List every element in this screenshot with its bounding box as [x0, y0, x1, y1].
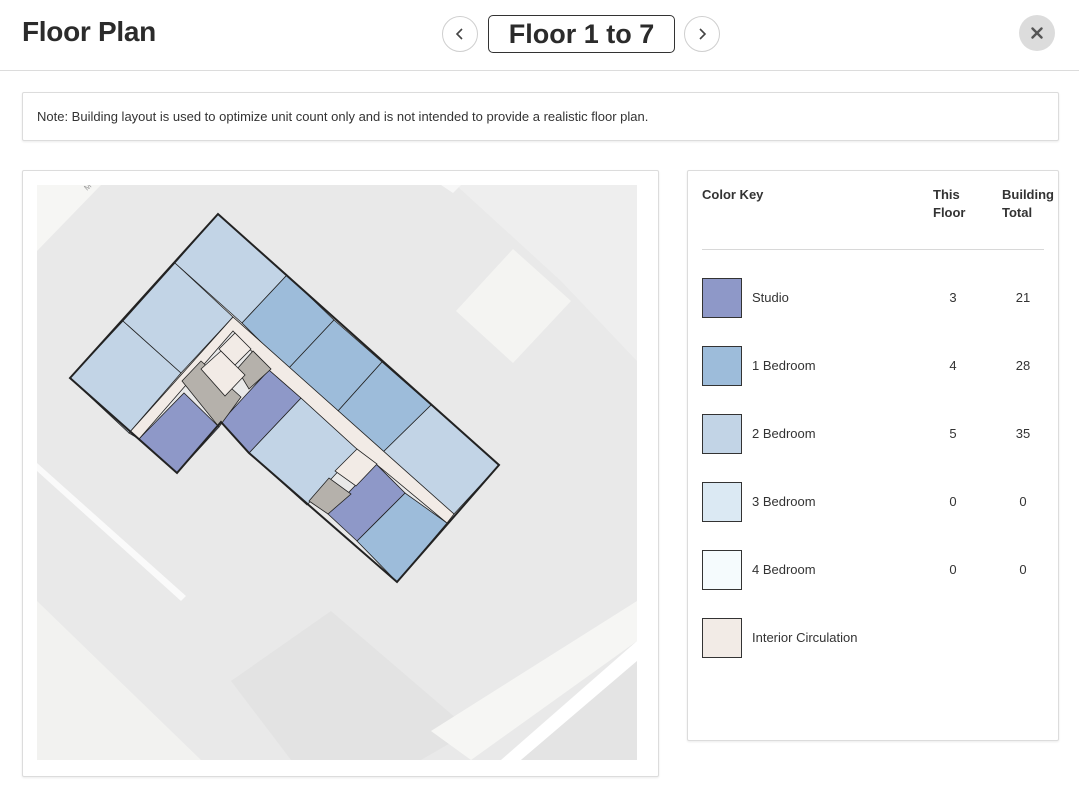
building-total-count: 35 — [1015, 426, 1031, 441]
key-row-4-bedroom: 4 Bedroom 0 0 — [702, 550, 1044, 590]
this-floor-count: 4 — [949, 358, 957, 373]
key-label: Studio — [752, 290, 789, 305]
chevron-right-icon — [699, 28, 707, 40]
this-floor-count: 5 — [949, 426, 957, 441]
studio-swatch — [702, 278, 742, 318]
close-icon — [1031, 27, 1043, 39]
this-floor-column-header: This Floor — [933, 187, 966, 220]
key-label: 3 Bedroom — [752, 494, 816, 509]
this-floor-count: 3 — [949, 290, 957, 305]
1-bedroom-swatch — [702, 346, 742, 386]
floor-range-selector[interactable]: Floor 1 to 7 — [488, 15, 675, 53]
building-total-count: 28 — [1015, 358, 1031, 373]
this-floor-count: 0 — [949, 494, 957, 509]
key-row-1-bedroom: 1 Bedroom 4 28 — [702, 346, 1044, 386]
building-total-count: 0 — [1019, 494, 1027, 509]
color-key-panel: Color Key This Floor Building Total Stud… — [687, 170, 1059, 741]
key-label: 2 Bedroom — [752, 426, 816, 441]
3-bedroom-swatch — [702, 482, 742, 522]
color-key-divider — [702, 249, 1044, 250]
modal-header: Floor Plan Floor 1 to 7 — [0, 0, 1079, 71]
next-floor-button[interactable] — [684, 16, 720, 52]
floor-plan-panel: M — [22, 170, 659, 777]
chevron-left-icon — [455, 28, 463, 40]
interior-circulation-swatch — [702, 618, 742, 658]
floor-plan-map[interactable]: M — [37, 185, 637, 760]
key-row-3-bedroom: 3 Bedroom 0 0 — [702, 482, 1044, 522]
building-total-count: 0 — [1019, 562, 1027, 577]
key-row-2-bedroom: 2 Bedroom 5 35 — [702, 414, 1044, 454]
layout-disclaimer-note: Note: Building layout is used to optimiz… — [22, 92, 1059, 141]
key-label: 1 Bedroom — [752, 358, 816, 373]
key-label: 4 Bedroom — [752, 562, 816, 577]
building-total-column-header: Building Total — [1002, 187, 1054, 220]
key-label: Interior Circulation — [752, 630, 858, 645]
floor-plan-svg: M — [37, 185, 637, 760]
this-floor-count: 0 — [949, 562, 957, 577]
2-bedroom-swatch — [702, 414, 742, 454]
page-title: Floor Plan — [22, 16, 156, 47]
key-row-interior-circulation: Interior Circulation — [702, 618, 1044, 658]
key-row-studio: Studio 3 21 — [702, 278, 1044, 318]
building-total-count: 21 — [1015, 290, 1031, 305]
4-bedroom-swatch — [702, 550, 742, 590]
close-button[interactable] — [1019, 15, 1055, 51]
previous-floor-button[interactable] — [442, 16, 478, 52]
color-key-heading: Color Key — [702, 187, 764, 202]
